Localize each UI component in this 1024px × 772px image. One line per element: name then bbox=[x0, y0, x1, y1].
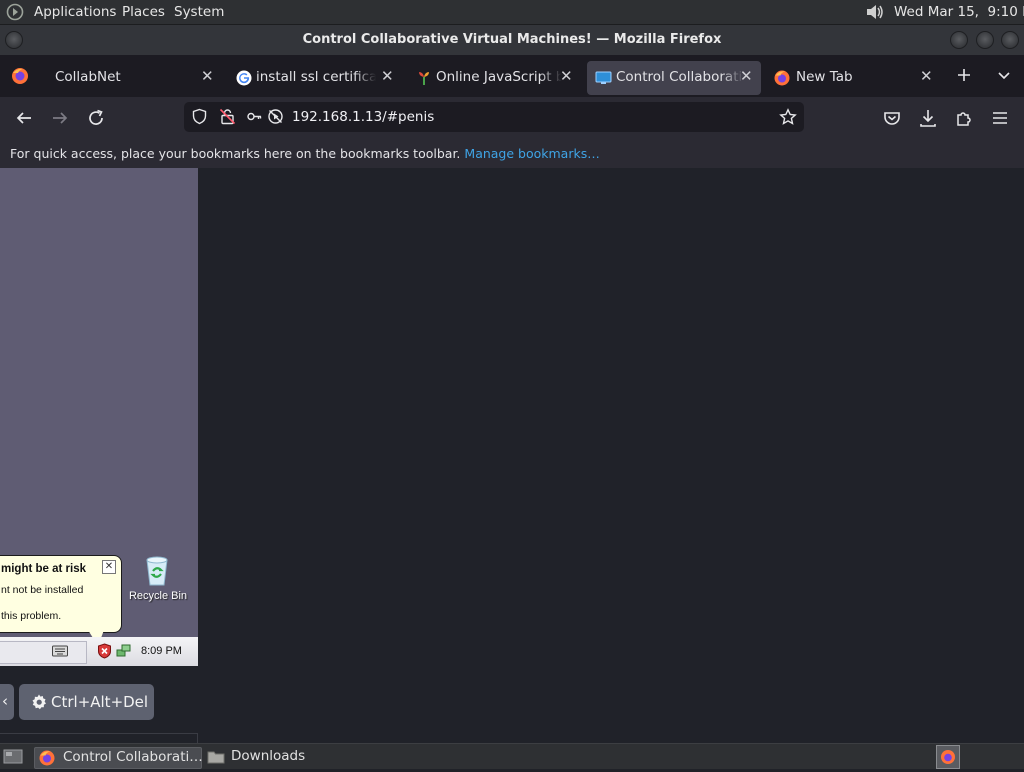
url-bar[interactable]: 192.168.1.13/#penis bbox=[184, 102, 804, 132]
taskbar-item-label: Control Collaborati… bbox=[63, 749, 203, 765]
tab-label: install ssl certificate u bbox=[256, 69, 376, 85]
volume-icon[interactable] bbox=[864, 2, 886, 22]
close-window-button[interactable] bbox=[1001, 31, 1019, 49]
bookmarks-toolbar: For quick access, place your bookmarks h… bbox=[0, 139, 1024, 169]
bookmarks-hint-text: For quick access, place your bookmarks h… bbox=[10, 146, 461, 161]
vm-taskbar: 8:09 PM bbox=[0, 637, 198, 666]
show-desktop-icon[interactable] bbox=[3, 748, 23, 765]
ctrl-alt-del-label: Ctrl+Alt+Del bbox=[51, 693, 149, 711]
main-menu-logo-icon[interactable] bbox=[6, 3, 24, 21]
recycle-bin-icon[interactable] bbox=[143, 555, 171, 587]
top-panel: Applications Places System Wed Mar 15, 9… bbox=[0, 0, 1024, 25]
bookmarks-empty-message: For quick access, place your bookmarks h… bbox=[10, 146, 600, 161]
tracking-protection-shield-icon[interactable] bbox=[191, 108, 208, 125]
new-tab-plus-icon[interactable] bbox=[955, 66, 973, 84]
downloads-icon[interactable] bbox=[917, 107, 939, 129]
network-tray-icon[interactable] bbox=[116, 643, 132, 659]
bookmark-star-icon[interactable] bbox=[779, 108, 797, 126]
balloon-close-icon[interactable]: ✕ bbox=[102, 560, 116, 574]
hamburger-menu-icon[interactable] bbox=[989, 107, 1011, 129]
insecure-lock-icon[interactable] bbox=[219, 108, 236, 125]
tab-label: Online JavaScript be bbox=[436, 69, 562, 85]
taskbar-item-label: Downloads bbox=[231, 748, 306, 764]
close-tab-icon[interactable]: ✕ bbox=[381, 67, 394, 85]
tab-new-tab[interactable]: New Tab ✕ bbox=[766, 61, 944, 95]
vm-clock[interactable]: 8:09 PM bbox=[141, 645, 182, 657]
menu-applications[interactable]: Applications bbox=[34, 4, 116, 20]
menu-system[interactable]: System bbox=[174, 4, 224, 20]
list-all-tabs-chevron-icon[interactable] bbox=[995, 66, 1013, 84]
folder-icon bbox=[207, 749, 225, 765]
forward-arrow-icon[interactable] bbox=[49, 107, 71, 129]
prev-button-glyph: ‹ bbox=[2, 692, 8, 710]
keyboard-icon[interactable] bbox=[52, 645, 68, 657]
tab-control-collaborative[interactable]: Control Collaborative ✕ bbox=[587, 61, 761, 95]
balloon-title: might be at risk bbox=[1, 563, 86, 575]
firefox-icon bbox=[774, 70, 790, 86]
tab-collabnet[interactable]: CollabNet ✕ bbox=[42, 61, 222, 95]
gear-icon bbox=[31, 694, 47, 710]
balloon-line-1: nt not be installed bbox=[1, 584, 84, 596]
window-title-bar[interactable]: Control Collaborative Virtual Machines! … bbox=[0, 25, 1024, 55]
ctrl-alt-del-button[interactable]: Ctrl+Alt+Del bbox=[19, 684, 154, 720]
tab-label: CollabNet bbox=[55, 69, 121, 85]
close-tab-icon[interactable]: ✕ bbox=[740, 67, 753, 85]
window-title: Control Collaborative Virtual Machines! … bbox=[302, 32, 722, 47]
firefox-view-icon[interactable] bbox=[11, 67, 29, 85]
security-alert-shield-icon[interactable] bbox=[97, 643, 112, 659]
autoplay-blocked-icon[interactable] bbox=[267, 108, 284, 125]
minimize-button[interactable] bbox=[950, 31, 968, 49]
bottom-panel: Control Collaborati… Downloads bbox=[0, 743, 1024, 769]
navigation-toolbar: 192.168.1.13/#penis bbox=[0, 97, 1024, 139]
tab-strip: CollabNet ✕ install ssl certificate u ✕ … bbox=[0, 55, 1024, 97]
permissions-key-icon[interactable] bbox=[246, 108, 263, 125]
tab-label: Control Collaborative bbox=[616, 69, 744, 85]
taskbar-item-downloads[interactable]: Downloads bbox=[205, 747, 345, 767]
tab-label: New Tab bbox=[796, 69, 853, 85]
pocket-icon[interactable] bbox=[881, 107, 903, 129]
extensions-puzzle-icon[interactable] bbox=[953, 107, 975, 129]
manage-bookmarks-link[interactable]: Manage bookmarks… bbox=[464, 146, 599, 161]
menu-places[interactable]: Places bbox=[122, 4, 165, 20]
close-tab-icon[interactable]: ✕ bbox=[560, 67, 573, 85]
security-balloon-tooltip[interactable]: might be at risk nt not be installed thi… bbox=[0, 555, 122, 633]
url-text[interactable]: 192.168.1.13/#penis bbox=[292, 109, 434, 125]
computer-icon bbox=[595, 70, 612, 86]
recycle-bin-label: Recycle Bin bbox=[128, 590, 188, 602]
firefox-icon bbox=[39, 750, 55, 766]
tab-online-js-beautifier[interactable]: Online JavaScript be ✕ bbox=[406, 61, 582, 95]
clock-datetime[interactable]: Wed Mar 15, 9:10 PM bbox=[894, 4, 1024, 20]
vm-prev-button[interactable]: ‹ bbox=[0, 684, 14, 720]
vm-panel-divider bbox=[0, 733, 197, 734]
back-arrow-icon[interactable] bbox=[13, 107, 35, 129]
close-tab-icon[interactable]: ✕ bbox=[920, 67, 933, 85]
jsbeautifier-icon bbox=[416, 70, 432, 86]
vm-taskbar-input-area[interactable] bbox=[0, 641, 87, 664]
reload-icon[interactable] bbox=[85, 107, 107, 129]
taskbar-item-firefox[interactable]: Control Collaborati… bbox=[34, 747, 203, 769]
balloon-line-2: this problem. bbox=[1, 610, 62, 622]
close-tab-icon[interactable]: ✕ bbox=[201, 67, 214, 85]
tab-install-ssl[interactable]: install ssl certificate u ✕ bbox=[226, 61, 398, 95]
vm-panel-divider-edge bbox=[197, 733, 198, 743]
google-icon bbox=[236, 70, 252, 86]
workspace-switcher-icon[interactable] bbox=[936, 745, 960, 769]
maximize-button[interactable] bbox=[976, 31, 994, 49]
